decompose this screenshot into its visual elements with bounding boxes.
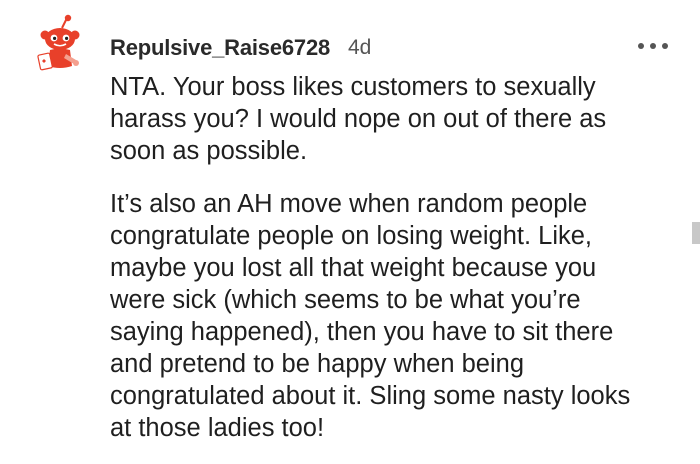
- text-line: at those ladies too!: [110, 414, 325, 442]
- more-options-icon[interactable]: [638, 34, 668, 58]
- more-dot: [662, 43, 668, 49]
- text-line: maybe you lost all that weight because y…: [110, 254, 597, 282]
- text-line: saying happened), then you have to sit t…: [110, 318, 614, 346]
- text-line: harass you? I would nope on out of there…: [110, 105, 607, 133]
- comment-body: NTA. Your boss likes customers to sexual…: [110, 71, 682, 444]
- user-avatar[interactable]: [36, 14, 84, 72]
- scrollbar-thumb[interactable]: [692, 222, 700, 244]
- more-dot: [638, 43, 644, 49]
- text-line: NTA. Your boss likes customers to sexual…: [110, 73, 596, 101]
- text-line: It’s also an AH move when random people: [110, 190, 588, 218]
- text-line: congratulated about it. Sling some nasty…: [110, 382, 631, 410]
- snoo-avatar-icon: [37, 14, 80, 71]
- comment-card: Repulsive_Raise6728 4d NTA. Your boss li…: [0, 0, 700, 464]
- comment-age: 4d: [348, 36, 372, 59]
- comment-paragraph: NTA. Your boss likes customers to sexual…: [110, 71, 682, 167]
- username-link[interactable]: Repulsive_Raise6728: [110, 35, 330, 61]
- text-line: soon as possible.: [110, 137, 308, 165]
- comment-paragraph: It’s also an AH move when random people …: [110, 188, 682, 444]
- text-line: and pretend to be happy when being: [110, 350, 525, 378]
- text-line: congratulate people on losing weight. Li…: [110, 222, 592, 250]
- text-line: were sick (which seems to be what you’re: [110, 286, 581, 314]
- more-dot: [650, 43, 656, 49]
